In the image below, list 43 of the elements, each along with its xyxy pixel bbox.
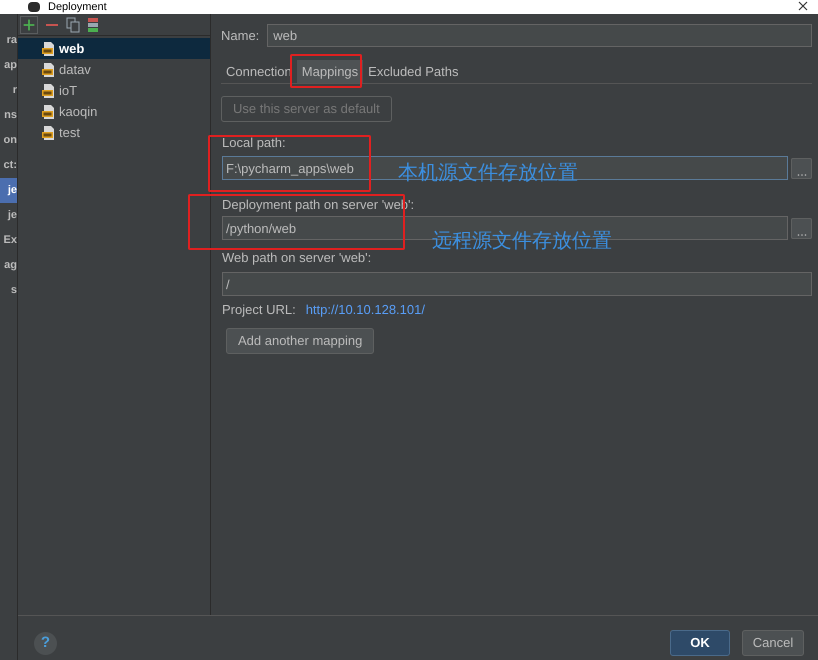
settings-item[interactable]: ct: [0, 153, 17, 178]
settings-item[interactable]: ag [0, 253, 17, 278]
cancel-button[interactable]: Cancel [742, 630, 804, 656]
server-item[interactable]: test [18, 122, 210, 143]
file-icon [42, 126, 56, 140]
file-icon [42, 62, 56, 76]
project-url-label: Project URL: [222, 302, 296, 318]
settings-item[interactable]: Ex [0, 228, 17, 253]
browse-button[interactable] [791, 218, 812, 238]
project-url-link[interactable]: http://10.10.128.101/ [306, 302, 425, 318]
more-icon [796, 232, 806, 238]
local-path-label: Local path: [222, 135, 287, 151]
help-button[interactable]: ? [34, 632, 57, 654]
name-field[interactable]: web [267, 24, 812, 47]
tab[interactable]: Mappings [296, 60, 364, 83]
ok-button[interactable]: OK [670, 630, 730, 656]
settings-item[interactable]: r [0, 78, 17, 103]
server-item[interactable]: kaoqin [18, 101, 210, 122]
settings-item[interactable]: je [0, 178, 17, 203]
settings-item[interactable]: ra [0, 28, 17, 53]
add-icon[interactable] [20, 16, 38, 34]
server-item[interactable]: datav [18, 59, 210, 80]
file-icon [42, 104, 56, 118]
add-mapping-button[interactable]: Add another mapping [226, 328, 374, 354]
browse-button[interactable] [791, 158, 812, 178]
window-title: Deployment [48, 1, 107, 13]
more-icon [796, 172, 806, 178]
web-path-field[interactable]: / [222, 272, 812, 296]
settings-item[interactable]: s [0, 278, 17, 303]
file-icon [42, 84, 56, 98]
web-path-label: Web path on server 'web': [222, 250, 372, 266]
settings-item[interactable]: je [0, 203, 17, 228]
copy-icon[interactable] [66, 16, 80, 32]
server-item[interactable]: web [18, 38, 210, 59]
server-icon[interactable] [86, 16, 100, 32]
name-label: Name: [221, 26, 260, 45]
file-icon [42, 42, 56, 56]
highlight-frame [290, 54, 362, 88]
close-icon[interactable] [798, 1, 808, 11]
settings-item[interactable]: ap [0, 53, 17, 78]
server-item[interactable]: ioT [18, 80, 210, 101]
settings-item[interactable]: ns [0, 103, 17, 128]
settings-item[interactable]: on [0, 128, 17, 153]
